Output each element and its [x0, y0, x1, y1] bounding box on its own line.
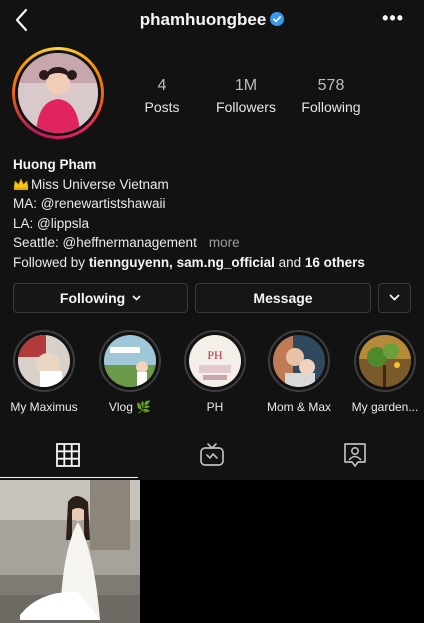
post-thumbnail[interactable]	[0, 480, 140, 623]
profile-tabs	[0, 432, 424, 478]
photo-woman-ao-dai-icon	[0, 480, 140, 623]
bio-line-la[interactable]: LA: @lippsla	[13, 214, 418, 234]
followers-count[interactable]: 1M Followers	[208, 76, 284, 117]
posts-count-value: 4	[157, 77, 167, 94]
tagged-icon	[344, 443, 366, 467]
highlight-cover	[273, 335, 325, 387]
followed-by-line[interactable]: Followed by tiennguyenn, sam.ng_official…	[13, 253, 418, 273]
profile-bio: Huong Pham Miss Universe Vietnam MA: @re…	[13, 155, 418, 272]
chevron-down-icon	[389, 294, 400, 301]
bio-line-title: Miss Universe Vietnam	[13, 175, 418, 195]
svg-text:PH: PH	[207, 348, 223, 362]
active-tab-indicator	[0, 477, 138, 478]
crown-icon	[13, 177, 29, 190]
followers-count-label: Followers	[216, 99, 276, 115]
avatar-photo	[18, 53, 98, 133]
grid-icon	[56, 443, 80, 467]
tab-posts-grid[interactable]	[0, 432, 138, 478]
tab-igtv[interactable]	[142, 432, 282, 478]
followed-by-others: 16 others	[304, 254, 365, 270]
chevron-down-icon	[132, 295, 141, 301]
highlight-cover	[359, 335, 411, 387]
profile-username-header: phamhuongbee	[0, 10, 424, 30]
top-bar: phamhuongbee •••	[0, 0, 424, 44]
highlight-label: PH	[206, 400, 224, 414]
message-button[interactable]: Message	[195, 283, 371, 313]
bio-line-seattle: Seattle: @heffnermanagement more	[13, 235, 240, 250]
highlight-label: My Maximus	[10, 400, 78, 414]
following-count[interactable]: 578 Following	[292, 76, 370, 117]
highlight-label: Vlog 🌿	[108, 400, 152, 414]
highlight-my-maximus[interactable]: My Maximus	[10, 330, 78, 414]
highlight-cover	[104, 335, 156, 387]
posts-count-label: Posts	[144, 99, 180, 115]
highlight-cover: PH	[189, 335, 241, 387]
highlight-vlog[interactable]: Vlog 🌿	[96, 330, 164, 414]
posts-count: 4 Posts	[134, 76, 190, 117]
more-dots-icon[interactable]: •••	[382, 8, 404, 29]
avatar-image-icon	[18, 53, 98, 133]
posts-grid	[0, 480, 424, 623]
highlight-label: My garden...	[351, 400, 419, 414]
username: phamhuongbee	[139, 10, 267, 29]
profile-avatar[interactable]	[12, 47, 104, 139]
following-count-value: 578	[317, 77, 345, 94]
followed-by-names: tiennguyenn, sam.ng_official	[88, 254, 275, 270]
highlight-ph[interactable]: PH PH	[181, 330, 249, 414]
bio-more-link[interactable]: more	[209, 235, 240, 250]
profile-display-name: Huong Pham	[13, 157, 97, 172]
highlight-cover	[18, 335, 70, 387]
highlight-mom-max[interactable]: Mom & Max	[265, 330, 333, 414]
highlight-my-garden[interactable]: My garden...	[351, 330, 419, 414]
following-button[interactable]: Following	[13, 283, 188, 313]
bio-line-ma[interactable]: MA: @renewartistshawaii	[13, 194, 418, 214]
followers-count-value: 1M	[234, 77, 258, 94]
igtv-icon	[200, 443, 224, 466]
tab-tagged[interactable]	[286, 432, 424, 478]
highlight-label: Mom & Max	[266, 400, 331, 414]
following-count-label: Following	[301, 99, 361, 115]
profile-stats: 4 Posts 1M Followers 578 Following	[120, 76, 420, 121]
verified-badge-icon	[270, 12, 285, 26]
suggested-accounts-button[interactable]	[378, 283, 411, 313]
